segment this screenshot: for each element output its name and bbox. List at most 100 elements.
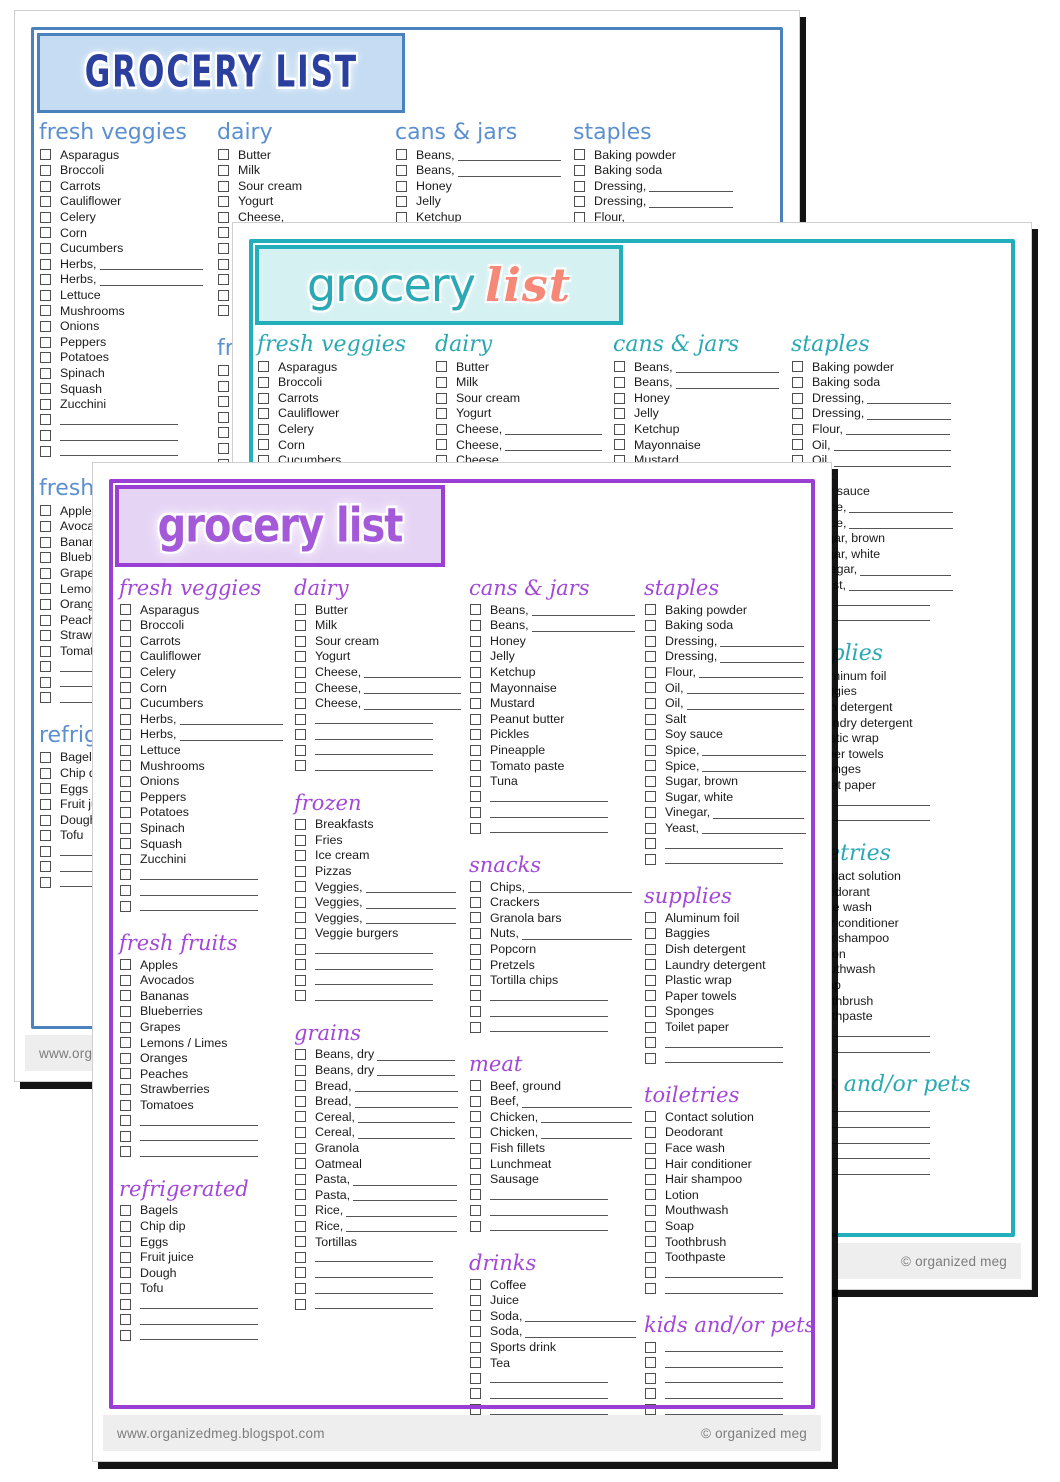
checkbox-icon[interactable] (218, 380, 229, 392)
checkbox-icon[interactable] (295, 1173, 306, 1185)
checkbox-icon[interactable] (295, 928, 306, 940)
checkbox-icon[interactable] (120, 1146, 131, 1158)
checklist-row[interactable] (467, 805, 642, 821)
checklist-row[interactable] (37, 428, 215, 444)
checklist-row[interactable] (37, 412, 215, 428)
checkbox-icon[interactable] (645, 1111, 656, 1123)
checkbox-icon[interactable] (120, 1220, 131, 1232)
checkbox-icon[interactable] (470, 1326, 481, 1338)
checkbox-icon[interactable] (120, 791, 131, 803)
checkbox-icon[interactable] (645, 912, 656, 924)
checkbox-icon[interactable] (120, 619, 131, 631)
checkbox-icon[interactable] (645, 604, 656, 616)
checkbox-icon[interactable] (295, 943, 306, 955)
checklist-row[interactable] (467, 1004, 642, 1020)
checklist-row[interactable]: Pasta, (292, 1187, 467, 1203)
checklist-row[interactable]: Tofu (117, 1281, 292, 1297)
checklist-row[interactable]: Veggies, (292, 895, 467, 911)
checkbox-icon[interactable] (40, 211, 51, 223)
checklist-row[interactable]: Dressing, (571, 178, 749, 194)
checkbox-icon[interactable] (120, 974, 131, 986)
checkbox-icon[interactable] (614, 392, 625, 404)
checkbox-icon[interactable] (645, 1158, 656, 1170)
checkbox-icon[interactable] (295, 990, 306, 1002)
checklist-row[interactable]: Soda, (467, 1308, 642, 1324)
checklist-row[interactable]: Crackers (467, 895, 642, 911)
checklist-row[interactable] (117, 867, 292, 883)
checkbox-icon[interactable] (645, 1236, 656, 1248)
checkbox-icon[interactable] (396, 164, 407, 176)
checkbox-icon[interactable] (295, 881, 306, 893)
checklist-row[interactable]: Dressing, (642, 649, 817, 665)
checkbox-icon[interactable] (470, 791, 481, 803)
checklist-row[interactable]: Nuts, (467, 926, 642, 942)
checkbox-icon[interactable] (120, 1283, 131, 1294)
checkbox-icon[interactable] (645, 713, 656, 725)
checkbox-icon[interactable] (295, 1158, 306, 1170)
checkbox-icon[interactable] (645, 822, 656, 834)
checklist-row[interactable]: Squash (117, 836, 292, 852)
checklist-row[interactable]: Baking soda (789, 375, 967, 391)
checkbox-icon[interactable] (40, 430, 51, 442)
checklist-row[interactable]: Butter (292, 602, 467, 618)
checkbox-icon[interactable] (40, 614, 51, 626)
checklist-row[interactable]: Flour, (789, 421, 967, 437)
checkbox-icon[interactable] (295, 896, 306, 908)
checkbox-icon[interactable] (295, 1111, 306, 1123)
checklist-row[interactable]: Chicken, (467, 1109, 642, 1125)
checklist-row[interactable]: Broccoli (117, 618, 292, 634)
checklist-row[interactable]: Yogurt (215, 194, 393, 210)
checkbox-icon[interactable] (40, 630, 51, 642)
checklist-row[interactable]: Onions (37, 319, 215, 335)
checklist-row[interactable] (117, 1113, 292, 1129)
checkbox-icon[interactable] (120, 1298, 131, 1310)
checklist-row[interactable] (117, 1327, 292, 1343)
checklist-row[interactable]: Bananas (117, 988, 292, 1004)
checklist-row[interactable]: Mustard (467, 696, 642, 712)
checklist-row[interactable] (467, 1371, 642, 1387)
checkbox-icon[interactable] (120, 1115, 131, 1127)
checklist-row[interactable]: Broccoli (255, 375, 433, 391)
checklist-row[interactable]: Eggs (117, 1234, 292, 1250)
checkbox-icon[interactable] (218, 442, 229, 454)
checklist-row[interactable] (37, 443, 215, 459)
checkbox-icon[interactable] (120, 635, 131, 647)
checkbox-icon[interactable] (470, 943, 481, 955)
checkbox-icon[interactable] (120, 744, 131, 756)
checkbox-icon[interactable] (645, 775, 656, 787)
checklist-row[interactable]: Asparagus (255, 359, 433, 375)
checkbox-icon[interactable] (120, 697, 131, 709)
checkbox-icon[interactable] (258, 439, 269, 451)
checklist-row[interactable]: Bread, (292, 1078, 467, 1094)
checklist-row[interactable]: Sausage (467, 1172, 642, 1188)
checklist-row[interactable]: Herbs, (117, 727, 292, 743)
checklist-row[interactable]: Celery (117, 664, 292, 680)
checkbox-icon[interactable] (120, 1329, 131, 1341)
checkbox-icon[interactable] (295, 713, 306, 725)
checkbox-icon[interactable] (295, 1205, 306, 1217)
checkbox-icon[interactable] (396, 180, 407, 192)
checklist-row[interactable]: Salt (642, 711, 817, 727)
checklist-row[interactable]: Herbs, (37, 272, 215, 288)
checklist-row[interactable]: Cauliflower (37, 194, 215, 210)
checklist-row[interactable]: Lunchmeat (467, 1156, 642, 1172)
checklist-row[interactable]: Asparagus (37, 147, 215, 163)
checkbox-icon[interactable] (40, 814, 51, 826)
checkbox-icon[interactable] (40, 661, 51, 673)
checkbox-icon[interactable] (120, 1205, 131, 1217)
checkbox-icon[interactable] (120, 651, 131, 663)
checkbox-icon[interactable] (645, 682, 656, 694)
checkbox-icon[interactable] (295, 1142, 306, 1154)
checklist-row[interactable] (117, 898, 292, 914)
checklist-row[interactable]: Cheese, (292, 696, 467, 712)
checklist-row[interactable]: Ketchup (611, 421, 789, 437)
checklist-row[interactable]: Celery (37, 209, 215, 225)
checkbox-icon[interactable] (470, 1158, 481, 1170)
checklist-row[interactable]: Sour cream (433, 390, 611, 406)
checklist-row[interactable] (292, 1265, 467, 1281)
checkbox-icon[interactable] (470, 619, 481, 631)
checklist-row[interactable]: Honey (611, 390, 789, 406)
checkbox-icon[interactable] (40, 180, 51, 192)
checklist-row[interactable] (292, 1250, 467, 1266)
checkbox-icon[interactable] (470, 1173, 481, 1185)
